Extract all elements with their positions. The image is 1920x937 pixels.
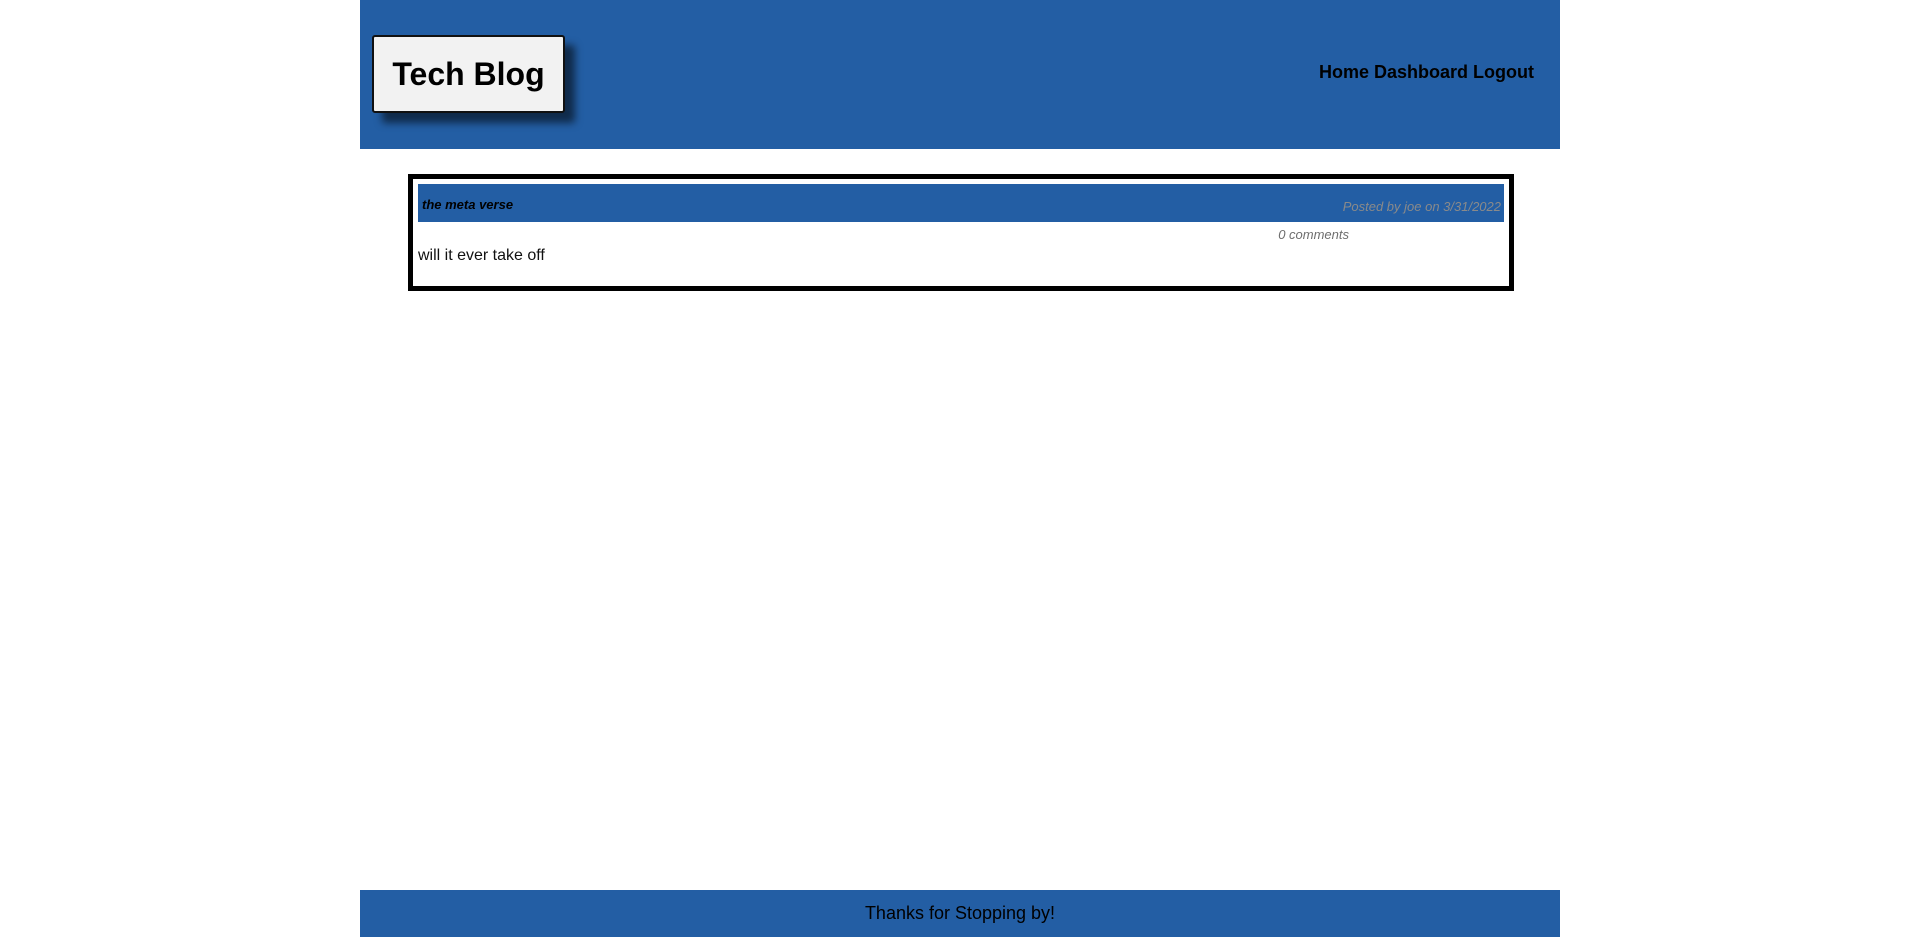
page: Tech Blog Home Dashboard Logout the meta…	[360, 0, 1560, 937]
post-meta: Posted by joe on 3/31/2022	[1342, 199, 1501, 214]
post-header: the meta verse Posted by joe on 3/31/202…	[418, 184, 1504, 222]
nav-home-link[interactable]: Home	[1319, 62, 1369, 83]
site-header: Tech Blog Home Dashboard Logout	[360, 0, 1560, 149]
site-footer: Thanks for Stopping by!	[360, 890, 1560, 937]
post-card[interactable]: the meta verse Posted by joe on 3/31/202…	[408, 174, 1514, 291]
nav-dashboard-link[interactable]: Dashboard	[1374, 62, 1468, 83]
post-body: will it ever take off	[418, 247, 545, 264]
post-comments-link[interactable]: 0 comments	[1278, 227, 1349, 242]
main-nav: Home Dashboard Logout	[1319, 62, 1534, 83]
nav-logout-link[interactable]: Logout	[1473, 62, 1534, 83]
footer-text: Thanks for Stopping by!	[864, 903, 1056, 923]
site-logo-link[interactable]: Tech Blog	[372, 35, 565, 113]
post-title[interactable]: the meta verse	[422, 197, 513, 212]
